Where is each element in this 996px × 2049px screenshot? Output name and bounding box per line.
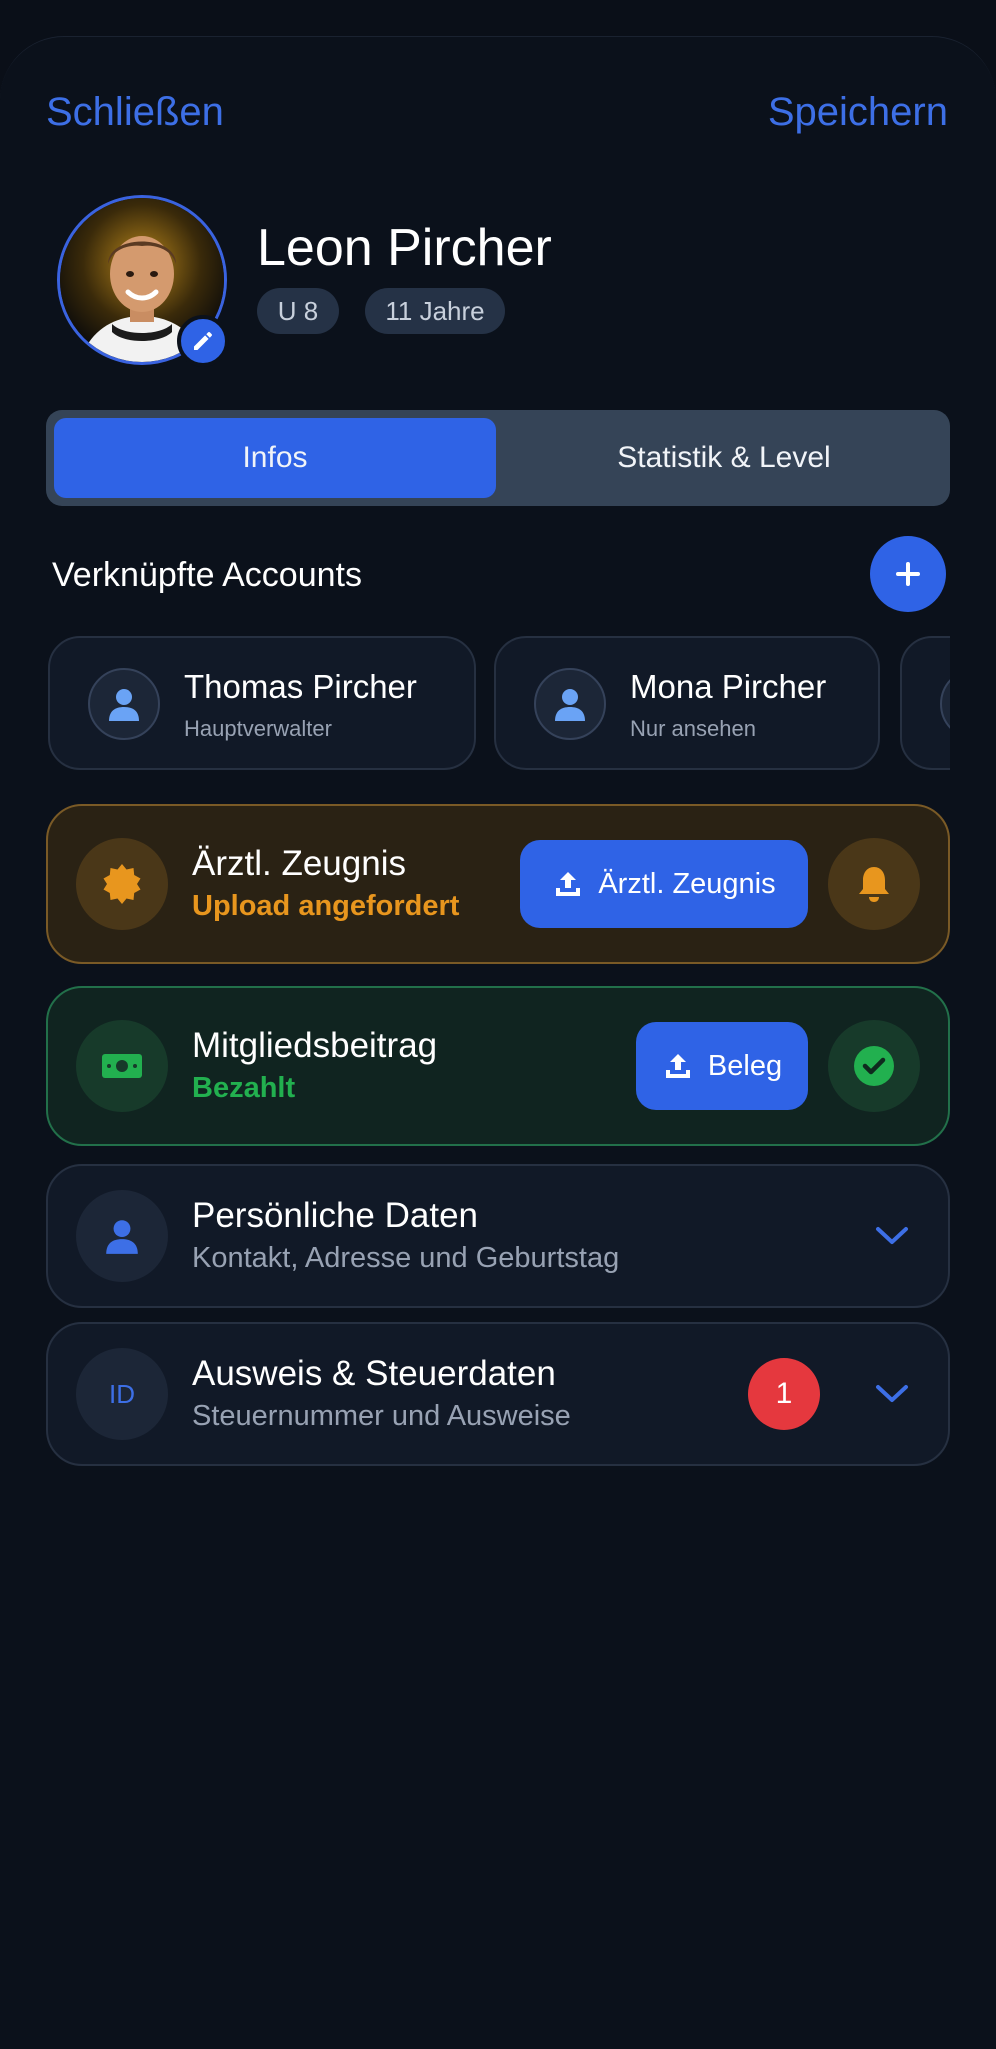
avatar[interactable] [57,195,229,367]
upload-icon [556,872,581,896]
plus-icon [896,562,920,586]
account-card[interactable]: Thomas Pircher Hauptverwalter [48,636,476,770]
id-icon: ID [76,1348,168,1440]
account-name: Thomas Pircher [184,668,417,705]
person-icon [534,668,606,740]
reminder-button[interactable] [828,838,920,930]
team-chip: U 8 [257,288,339,334]
id-tax-card[interactable]: ID Ausweis & Steuerdaten Steuernummer un… [46,1322,950,1466]
chevron-down-icon[interactable] [874,1382,910,1406]
account-role: Nur ansehen [630,716,756,741]
account-name: Mona Pircher [630,668,827,705]
person-icon [940,668,950,740]
upload-medical-button[interactable]: Ärztl. Zeugnis [520,840,808,928]
account-role: Hauptverwalter [184,716,332,741]
close-button[interactable]: Schließen [46,90,224,135]
id-tax-subtitle: Steuernummer und Ausweise [192,1400,571,1432]
membership-title: Mitgliedsbeitrag [192,1026,438,1065]
segmented-control: Infos Statistik & Level [46,410,950,506]
notification-badge: 1 [748,1358,820,1430]
save-button[interactable]: Speichern [768,90,948,135]
money-icon [76,1020,168,1112]
medical-title: Ärztl. Zeugnis [192,844,406,883]
account-card[interactable]: Mona Pircher Nur ansehen [494,636,880,770]
bell-icon [859,867,889,902]
membership-fee-card: Mitgliedsbeitrag Bezahlt Beleg [46,986,950,1146]
paid-status-button[interactable] [828,1020,920,1112]
age-chip: 11 Jahre [365,288,505,334]
player-name: Leon Pircher [257,219,552,277]
personal-data-title: Persönliche Daten [192,1196,478,1235]
pencil-icon [194,332,212,350]
tab-infos[interactable]: Infos [54,418,496,498]
person-icon [88,668,160,740]
edit-avatar-button[interactable] [177,315,229,367]
personal-data-card[interactable]: Persönliche Daten Kontakt, Adresse und G… [46,1164,950,1308]
person-icon [76,1190,168,1282]
id-tax-title: Ausweis & Steuerdaten [192,1354,556,1393]
linked-accounts-list: Thomas Pircher Hauptverwalter Mona Pirch… [48,636,950,776]
upload-icon [665,1054,690,1078]
linked-accounts-title: Verknüpfte Accounts [52,556,362,594]
personal-data-subtitle: Kontakt, Adresse und Geburtstag [192,1242,620,1274]
medical-status: Upload angefordert [192,890,460,922]
badge-icon [76,838,168,930]
upload-receipt-label: Beleg [707,1049,783,1082]
upload-medical-label: Ärztl. Zeugnis [598,867,776,900]
upload-receipt-button[interactable]: Beleg [636,1022,808,1110]
membership-status: Bezahlt [192,1072,296,1104]
chevron-down-icon[interactable] [874,1224,910,1248]
tab-statistik-level[interactable]: Statistik & Level [506,418,942,498]
add-account-button[interactable] [870,536,946,612]
medical-certificate-card: Ärztl. Zeugnis Upload angefordert Ärztl.… [46,804,950,964]
account-card-partial[interactable] [900,636,950,770]
check-circle-icon [854,1046,894,1086]
